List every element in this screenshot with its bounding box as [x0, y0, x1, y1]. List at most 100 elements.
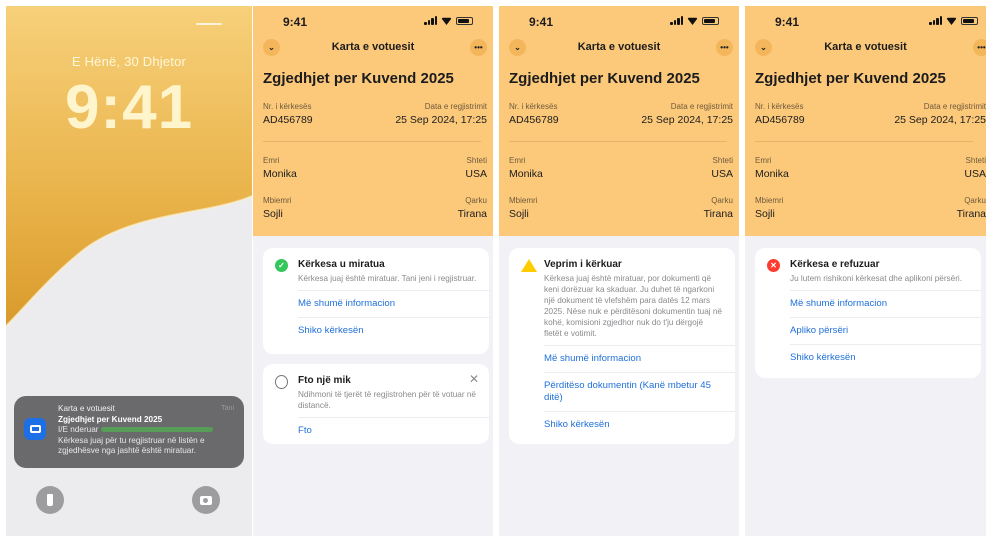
divider — [509, 141, 727, 142]
page-title: Zgjedhjet per Kuvend 2025 — [755, 70, 946, 87]
registration-date-value: 25 Sep 2024, 17:25 — [395, 114, 487, 126]
approved-card: ✓ Kërkesa u miratua Kërkesa juaj është m… — [263, 248, 489, 354]
notification-body-1: Kërkesa juaj për tu regjistruar në listë… — [58, 435, 205, 445]
country: Shteti USA — [711, 156, 733, 180]
more-icon[interactable]: ••• — [716, 39, 733, 56]
lock-time: 9:41 — [64, 73, 194, 142]
first-name: Emri Monika — [755, 156, 789, 180]
country-value: USA — [711, 168, 733, 180]
registration-date-label: Data e regjistrimit — [923, 102, 986, 111]
status-icons — [424, 16, 473, 25]
registration-date-value: 25 Sep 2024, 17:25 — [641, 114, 733, 126]
apply-again-link[interactable]: Apliko përsëri — [790, 317, 981, 344]
registration-date-value: 25 Sep 2024, 17:25 — [894, 114, 986, 126]
last-name-value: Sojli — [509, 208, 529, 220]
header-panel: 9:41 ⌄ Karta e votuesit ••• Zgjedhjet pe… — [745, 6, 986, 236]
close-icon[interactable]: ✕ — [469, 372, 479, 386]
district-value: Tirana — [956, 208, 986, 220]
notification-body-2: zgjedhësve nga jashtë është miratuar. — [58, 446, 196, 455]
notification-title: Zgjedhjet per Kuvend 2025 — [58, 414, 163, 424]
first-name-value: Monika — [755, 168, 789, 180]
flashlight-button[interactable] — [36, 486, 64, 514]
header-panel: 9:41 ⌄ Karta e votuesit ••• Zgjedhjet pe… — [253, 6, 493, 236]
notification-app-name: Karta e votuesit — [58, 404, 115, 413]
signal-icon — [929, 16, 942, 25]
last-name: Mbiemri Sojli — [509, 196, 537, 220]
warning-icon — [521, 259, 537, 272]
camera-button[interactable] — [192, 486, 220, 514]
page-title: Zgjedhjet per Kuvend 2025 — [263, 70, 454, 87]
action-title: Veprim i kërkuar — [544, 259, 622, 270]
status-bar: 9:41 — [745, 15, 986, 29]
lock-screen: E Hënë, 30 Dhjetor 9:41 Tani Karta e vot… — [6, 6, 252, 536]
country-value: USA — [964, 168, 986, 180]
more-info-link[interactable]: Më shumë informacion — [790, 290, 981, 317]
registration-date: Data e regjistrimit 25 Sep 2024, 17:25 — [641, 102, 733, 126]
invite-title: Fto një mik — [298, 375, 351, 386]
signal-icon — [670, 16, 683, 25]
status-time: 9:41 — [775, 15, 800, 29]
nav-title: Karta e votuesit — [331, 41, 415, 53]
approved-description: Kërkesa juaj është miratuar. Tani jeni i… — [298, 274, 477, 283]
notification-time: Tani — [221, 405, 234, 412]
district: Qarku Tirana — [704, 196, 733, 220]
first-name-label: Emri — [509, 156, 526, 165]
signal-icon — [424, 16, 437, 25]
phone-approved: 9:41 ⌄ Karta e votuesit ••• Zgjedhjet pe… — [253, 6, 493, 536]
view-request-link[interactable]: Shiko kërkesën — [544, 411, 735, 438]
invite-link[interactable]: Fto — [298, 417, 489, 444]
more-info-link[interactable]: Më shumë informacion — [544, 345, 735, 372]
wifi-icon — [687, 17, 698, 25]
district: Qarku Tirana — [458, 196, 487, 220]
invite-card: ✕ Fto një mik Ndihmoni të tjerët të regj… — [263, 364, 489, 444]
navigation-bar: ⌄ Karta e votuesit ••• — [745, 39, 986, 61]
status-bar: 9:41 — [499, 15, 739, 29]
first-name-value: Monika — [263, 168, 297, 180]
page-title: Zgjedhjet per Kuvend 2025 — [509, 70, 700, 87]
status-icons — [670, 16, 719, 25]
navigation-bar: ⌄ Karta e votuesit ••• — [499, 39, 739, 61]
country-value: USA — [465, 168, 487, 180]
last-name: Mbiemri Sojli — [263, 196, 291, 220]
notification-greeting-text: I/E nderuar — [58, 425, 99, 434]
wallet-card-icon — [24, 418, 46, 440]
district-value: Tirana — [703, 208, 733, 220]
request-number-label: Nr. i kërkesës — [509, 102, 558, 111]
more-info-link[interactable]: Më shumë informacion — [298, 290, 489, 317]
notification[interactable]: Tani Karta e votuesit Zgjedhjet per Kuve… — [14, 396, 244, 468]
phone-action-required: 9:41 ⌄ Karta e votuesit ••• Zgjedhjet pe… — [499, 6, 739, 536]
view-request-link[interactable]: Shiko kërkesën — [298, 317, 489, 344]
request-number-label: Nr. i kërkesës — [755, 102, 804, 111]
navigation-bar: ⌄ Karta e votuesit ••• — [253, 39, 493, 61]
invite-description: Ndihmoni të tjerët të regjistrohen për t… — [298, 390, 476, 410]
country-label: Shteti — [466, 156, 487, 165]
registration-date-label: Data e regjistrimit — [424, 102, 487, 111]
status-icons — [929, 16, 978, 25]
first-name: Emri Monika — [263, 156, 297, 180]
request-number: Nr. i kërkesës AD456789 — [755, 102, 805, 126]
battery-icon — [961, 17, 978, 25]
request-number-value: AD456789 — [263, 114, 313, 126]
rejected-card: ✕ Kërkesa e refuzuar Ju lutem rishikoni … — [755, 248, 981, 378]
first-name: Emri Monika — [509, 156, 543, 180]
more-icon[interactable]: ••• — [470, 39, 487, 56]
wifi-icon — [946, 17, 957, 25]
status-time: 9:41 — [529, 15, 554, 29]
status-time: 9:41 — [283, 15, 308, 29]
first-name-label: Emri — [755, 156, 772, 165]
update-document-link[interactable]: Përditëso dokumentin (Kanë mbetur 45 dit… — [544, 372, 735, 411]
rejected-description: Ju lutem rishikoni kërkesat dhe aplikoni… — [790, 274, 963, 283]
last-name: Mbiemri Sojli — [755, 196, 783, 220]
request-number: Nr. i kërkesës AD456789 — [263, 102, 313, 126]
last-name-value: Sojli — [755, 208, 775, 220]
view-request-link[interactable]: Shiko kërkesën — [790, 344, 981, 371]
invite-icon — [275, 375, 288, 389]
registration-date: Data e regjistrimit 25 Sep 2024, 17:25 — [894, 102, 986, 126]
district: Qarku Tirana — [957, 196, 986, 220]
district-value: Tirana — [457, 208, 487, 220]
redacted-name — [100, 427, 213, 433]
flashlight-icon — [47, 494, 53, 506]
first-name-value: Monika — [509, 168, 543, 180]
more-icon[interactable]: ••• — [973, 39, 986, 56]
last-name-label: Mbiemri — [755, 196, 784, 205]
